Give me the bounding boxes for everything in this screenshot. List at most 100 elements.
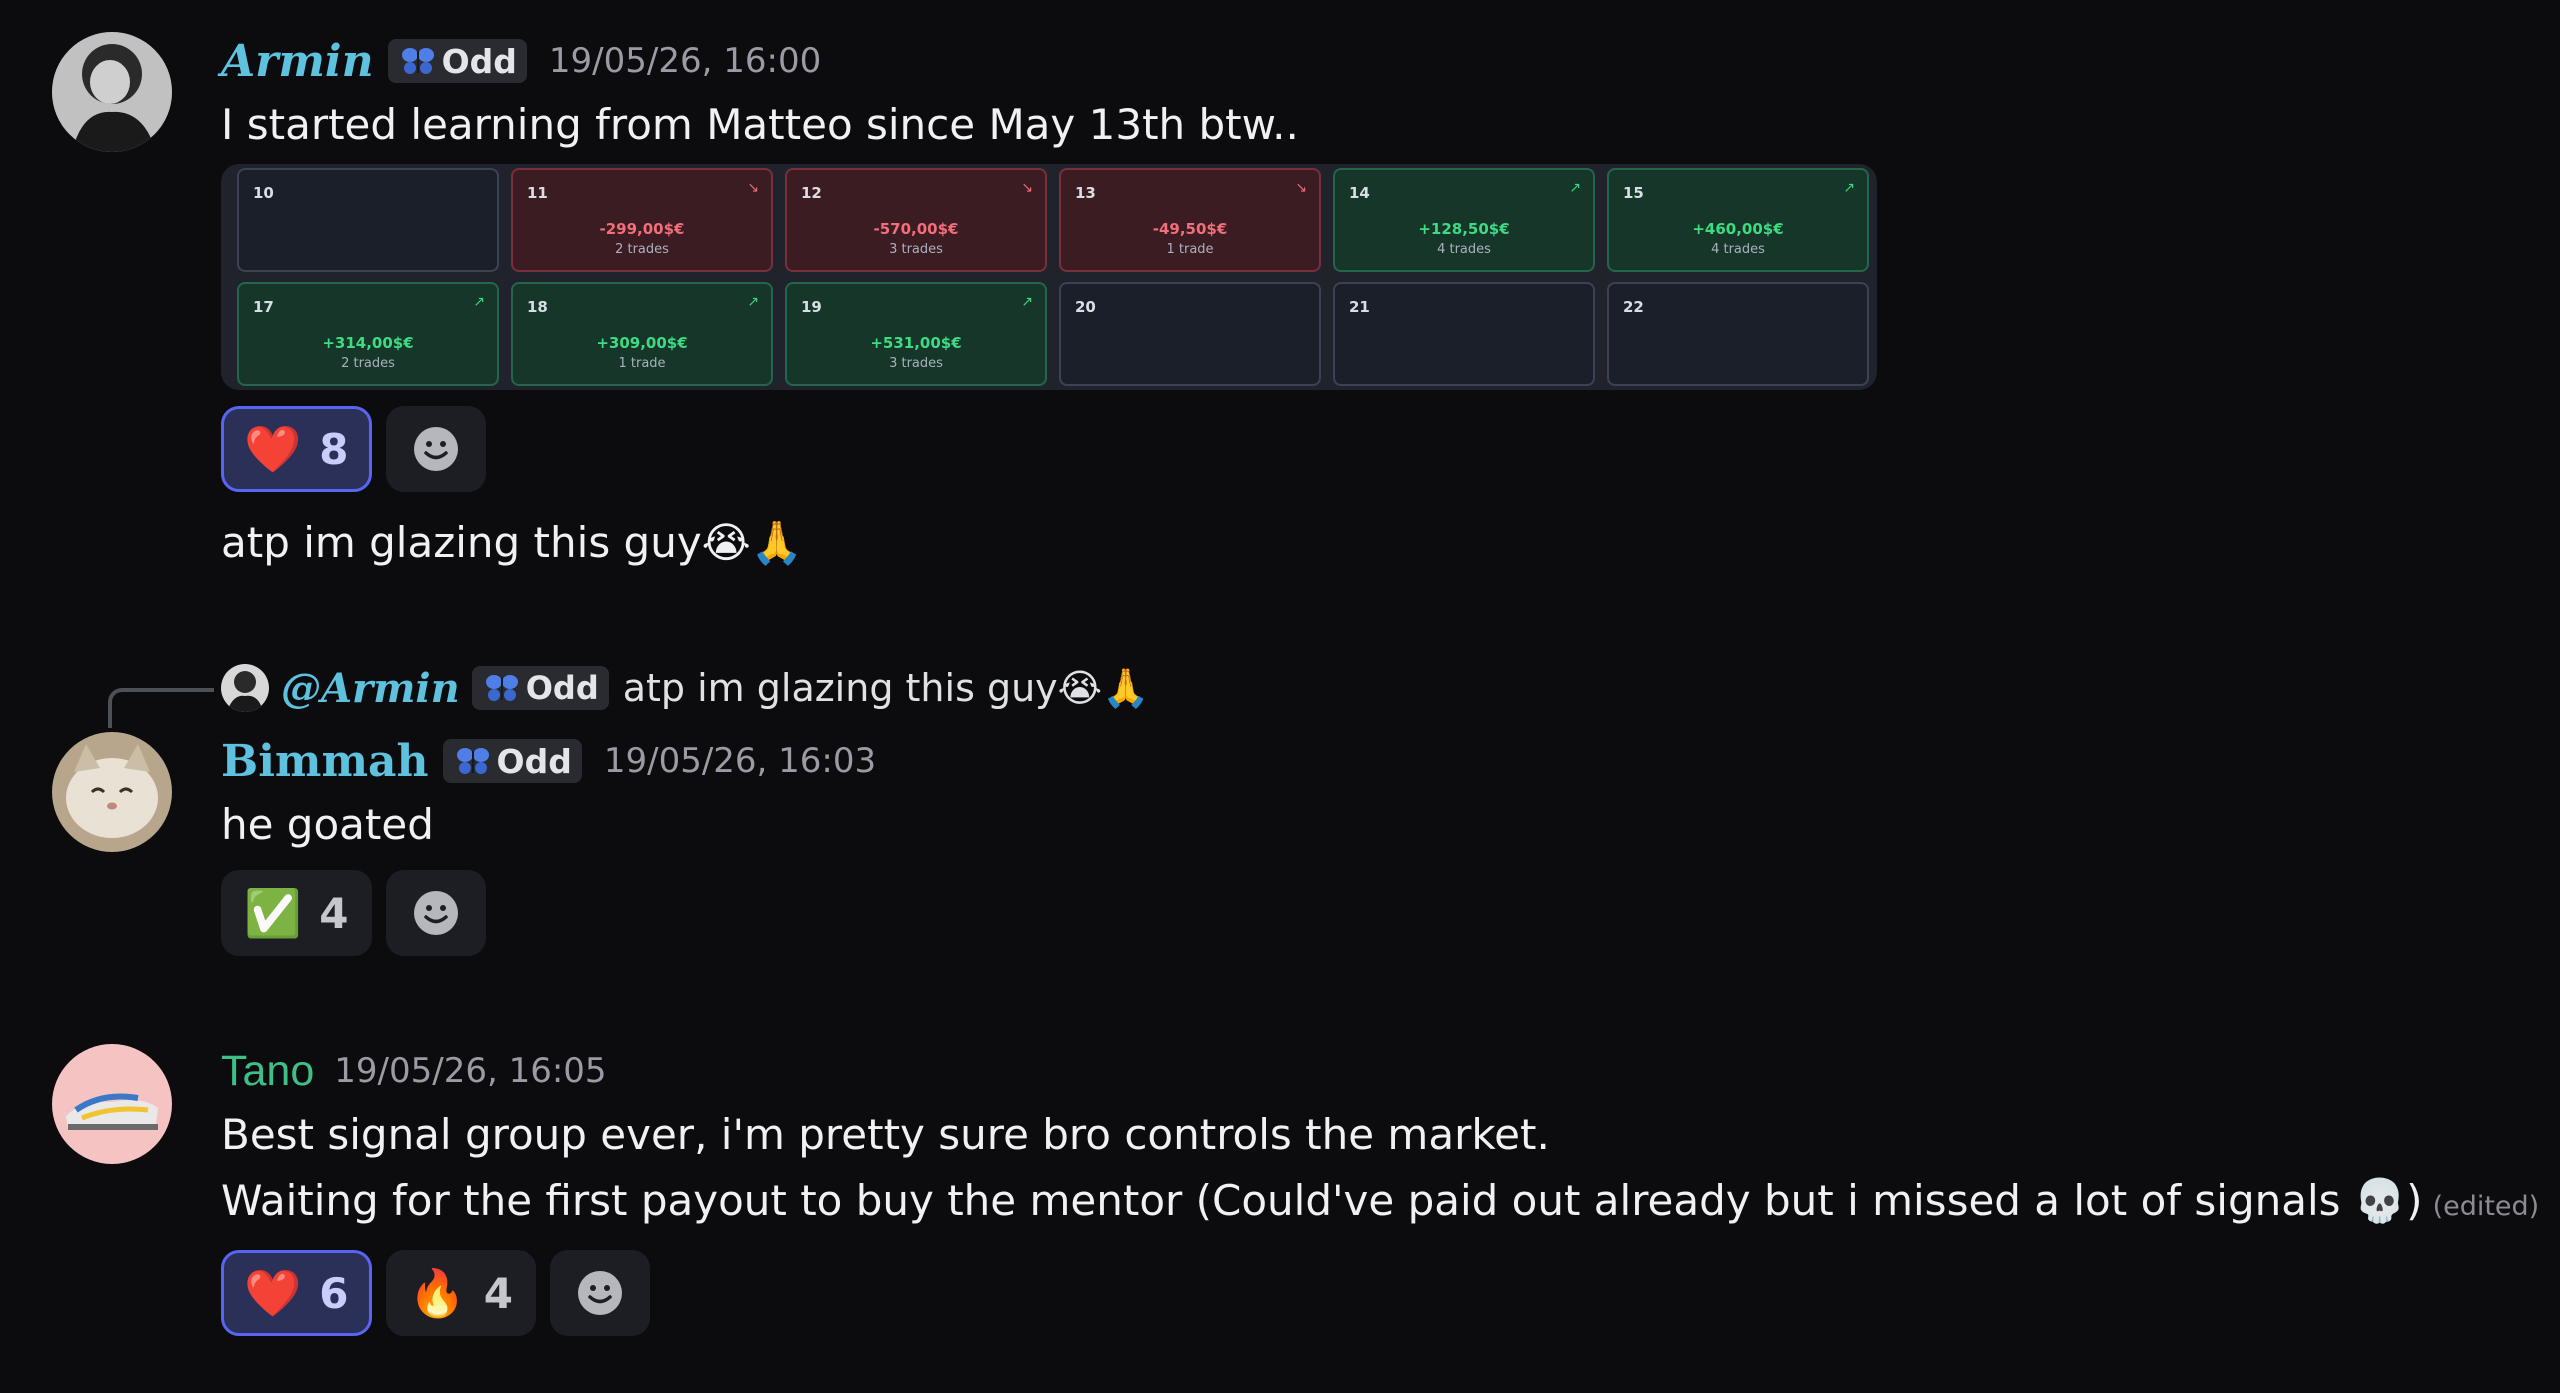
trend-up-icon: ↗ [747,294,759,310]
avatar-bimmah[interactable] [52,732,172,852]
message-line-2: Waiting for the first payout to buy the … [221,1168,2540,1240]
trend-up-icon: ↗ [473,294,485,310]
trend-up-icon: ↗ [1569,180,1581,196]
heart-emoji: ❤️ [244,422,302,476]
avatar-tano[interactable] [52,1044,172,1164]
reply-avatar [221,664,269,712]
calendar-day-pnl: +128,50$€ [1418,220,1510,238]
message-text: I started learning from Matteo since May… [221,100,1299,149]
calendar-day-trades: 3 trades [889,356,943,371]
calendar-image[interactable]: 10 11 ↘ -299,00$€ 2 trades 12 ↘ -570,00$€ 3 trad… [221,164,1877,390]
calendar-day-cell: 15 ↗ +460,00$€ 4 trades [1607,168,1869,272]
reaction-count: 6 [319,1268,349,1318]
trend-down-icon: ↘ [1295,180,1307,196]
trend-down-icon: ↘ [1021,180,1033,196]
reaction-count: 4 [483,1268,514,1318]
timestamp[interactable]: 19/05/26, 16:00 [549,41,821,81]
add-reaction-button[interactable] [550,1250,651,1336]
message-header: Tano 19/05/26, 16:05 [221,1040,2540,1102]
add-reaction-icon [578,1271,623,1315]
reaction-count: 8 [319,424,349,474]
reply-mention[interactable]: @Armin [281,665,460,712]
calendar-day-trades: 2 trades [615,242,669,257]
reaction-check[interactable]: ✅ 4 [221,870,372,956]
calendar-day-pnl: -299,00$€ [599,220,685,238]
calendar-day-pnl: +314,00$€ [322,334,414,352]
calendar-day-cell: 17 ↗ +314,00$€ 2 trades [237,282,499,386]
calendar-day-number: 17 [253,298,274,316]
calendar-day-pnl: +309,00$€ [596,334,688,352]
calendar-day-cell: 19 ↗ +531,00$€ 3 trades [785,282,1047,386]
calendar-day-pnl: +531,00$€ [870,334,962,352]
tag-label: Odd [525,669,599,707]
check-emoji: ✅ [244,886,302,940]
reaction-fire[interactable]: 🔥 4 [385,1250,537,1336]
calendar-day-cell: 22 [1607,282,1869,386]
calendar-day-trades: 2 trades [341,356,395,371]
timestamp[interactable]: 19/05/26, 16:03 [604,741,876,781]
calendar-day-number: 10 [253,184,274,202]
calendar-day-number: 12 [801,184,822,202]
reaction-bar: ✅ 4 [221,868,2540,958]
calendar-day-pnl: -49,50$€ [1152,220,1228,238]
add-reaction-button[interactable] [385,406,486,492]
message-text: he goated [221,800,434,849]
message-line-2-text: Waiting for the first payout to buy the … [221,1176,2423,1225]
reaction-bar: ❤️ 8 [221,404,2540,494]
calendar-day-cell: 20 [1059,282,1321,386]
calendar-day-cell: 18 ↗ +309,00$€ 1 trade [511,282,773,386]
followup-text: atp im glazing this guy😭🙏 [221,518,804,567]
calendar-day-number: 15 [1623,184,1644,202]
username[interactable]: Armin [221,36,374,87]
calendar-day-cell: 13 ↘ -49,50$€ 1 trade [1059,168,1321,272]
message-header: Armin Odd 19/05/26, 16:00 [221,30,2540,92]
calendar-day-number: 13 [1075,184,1096,202]
reply-text: atp im glazing this guy😭🙏 [622,665,1150,710]
tag-label: Odd [496,741,572,781]
tag-label: Odd [441,41,517,81]
avatar-armin[interactable] [52,32,172,152]
calendar-day-trades: 1 trade [1166,242,1214,257]
calendar-day-pnl: +460,00$€ [1692,220,1784,238]
butterfly-icon [456,748,489,774]
add-reaction-button[interactable] [385,870,486,956]
message-header: Bimmah Odd 19/05/26, 16:03 [221,730,2540,792]
calendar-day-number: 11 [527,184,548,202]
calendar-day-trades: 1 trade [618,356,666,371]
reply-reference[interactable]: @Armin Odd atp im glazing this guy😭🙏 [221,662,1149,714]
heart-emoji: ❤️ [244,1266,302,1320]
username[interactable]: Tano [221,1047,314,1096]
reaction-heart[interactable]: ❤️ 6 [221,1250,372,1336]
calendar-day-trades: 3 trades [889,242,943,257]
calendar-day-number: 22 [1623,298,1644,316]
reaction-count: 4 [319,888,349,938]
calendar-day-cell: 10 [237,168,499,272]
add-reaction-icon [413,891,458,935]
calendar-day-number: 21 [1349,298,1370,316]
butterfly-icon [401,48,434,74]
calendar-day-number: 20 [1075,298,1096,316]
trend-down-icon: ↘ [747,180,759,196]
calendar-day-trades: 4 trades [1711,242,1765,257]
reaction-heart[interactable]: ❤️ 8 [221,406,372,492]
calendar-day-cell: 12 ↘ -570,00$€ 3 trades [785,168,1047,272]
username[interactable]: Bimmah [221,736,429,787]
message-line-1: Best signal group ever, i'm pretty sure … [221,1110,1550,1159]
server-tag[interactable]: Odd [387,39,527,83]
calendar-day-cell: 11 ↘ -299,00$€ 2 trades [511,168,773,272]
calendar-day-number: 14 [1349,184,1370,202]
server-tag[interactable]: Odd [442,739,582,783]
add-reaction-icon [413,427,458,471]
trend-up-icon: ↗ [1021,294,1033,310]
trend-up-icon: ↗ [1843,180,1855,196]
calendar-day-cell: 21 [1333,282,1595,386]
reaction-bar: ❤️ 6 🔥 4 [221,1248,2540,1338]
butterfly-icon [485,675,518,701]
timestamp[interactable]: 19/05/26, 16:05 [334,1051,606,1091]
fire-emoji: 🔥 [408,1266,466,1320]
calendar-day-pnl: -570,00$€ [873,220,959,238]
calendar-day-number: 18 [527,298,548,316]
calendar-day-number: 19 [801,298,822,316]
calendar-day-trades: 4 trades [1437,242,1491,257]
calendar-day-cell: 14 ↗ +128,50$€ 4 trades [1333,168,1595,272]
